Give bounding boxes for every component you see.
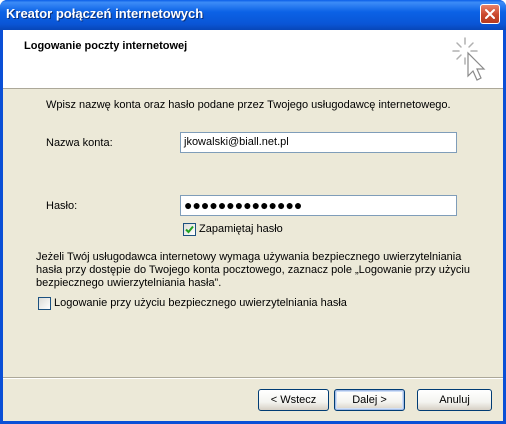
close-icon xyxy=(485,9,495,19)
remember-password-label[interactable]: Zapamiętaj hasło xyxy=(199,223,283,235)
account-label: Nazwa konta: xyxy=(46,137,113,149)
password-label: Hasło: xyxy=(46,200,78,212)
password-input[interactable]: ●●●●●●●●●●●●●● xyxy=(180,195,457,216)
secure-auth-checkbox[interactable] xyxy=(38,297,51,310)
title-bar[interactable]: Kreator połączeń internetowych xyxy=(0,0,506,30)
window-title: Kreator połączeń internetowych xyxy=(6,6,204,21)
dialog-client: Logowanie poczty internetowej Wpisz nazw… xyxy=(3,30,503,421)
next-button[interactable]: Dalej > xyxy=(334,389,405,411)
cancel-button[interactable]: Anuluj xyxy=(417,389,492,411)
button-separator xyxy=(3,377,503,379)
secure-auth-label[interactable]: Logowanie przy użyciu bezpiecznego uwier… xyxy=(54,297,347,309)
wizard-window: Kreator połączeń internetowych Logowanie… xyxy=(0,0,506,424)
spa-info-text: Jeżeli Twój usługodawca internetowy wyma… xyxy=(36,251,470,289)
close-button[interactable] xyxy=(480,4,500,24)
account-name-input[interactable]: jkowalski@biall.net.pl xyxy=(180,132,457,153)
remember-password-checkbox[interactable] xyxy=(183,223,196,236)
page-title: Logowanie poczty internetowej xyxy=(24,40,188,52)
checkmark-icon xyxy=(185,225,194,234)
intro-text: Wpisz nazwę konta oraz hasło podane prze… xyxy=(46,99,451,111)
wizard-header: Logowanie poczty internetowej xyxy=(3,30,503,89)
wizard-cursor-icon xyxy=(452,37,486,81)
back-button[interactable]: < Wstecz xyxy=(258,389,329,411)
